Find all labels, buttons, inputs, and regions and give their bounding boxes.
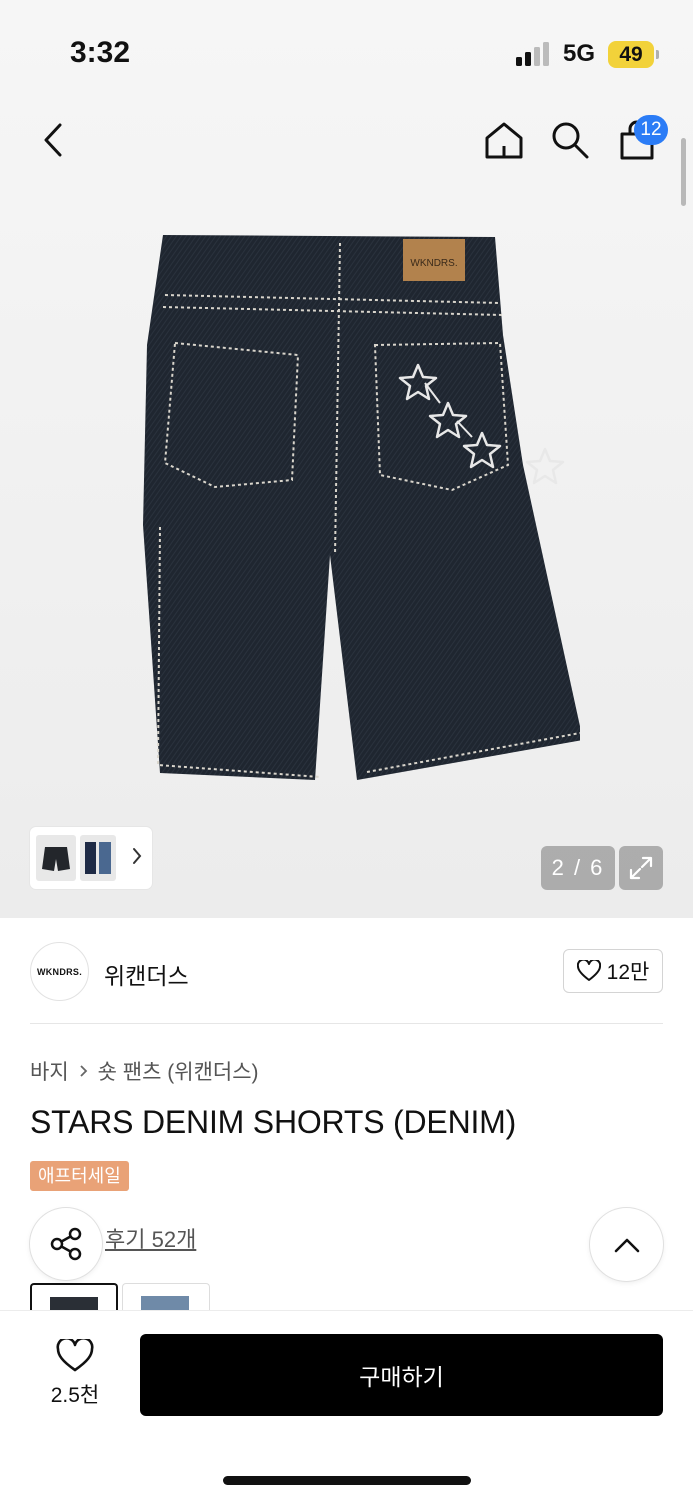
expand-image-button[interactable] — [619, 846, 663, 890]
buy-button[interactable]: 구매하기 — [140, 1334, 663, 1416]
cellular-signal-icon — [516, 42, 549, 66]
breadcrumb: 바지 숏 팬츠 (위캔더스) — [30, 1056, 259, 1086]
chevron-up-icon — [614, 1238, 639, 1252]
home-button[interactable] — [479, 115, 529, 165]
share-button[interactable] — [30, 1208, 102, 1280]
shorts-body — [143, 235, 580, 780]
star-graphic — [525, 447, 565, 485]
thumbnail-denim[interactable] — [80, 835, 116, 881]
brand-row: WKNDRS. 위캔더스 12만 — [30, 942, 663, 1002]
scroll-to-top-button[interactable] — [590, 1208, 663, 1281]
chevron-right-icon — [80, 1065, 87, 1077]
status-time: 3:32 — [70, 36, 131, 69]
home-indicator[interactable] — [223, 1476, 471, 1485]
chevron-left-icon — [44, 123, 62, 157]
variant-option-black[interactable] — [30, 1283, 118, 1313]
wishlist-count: 2.5천 — [50, 1384, 100, 1407]
top-navigation — [0, 100, 693, 180]
network-type: 5G — [563, 40, 596, 67]
scrollbar[interactable] — [681, 138, 686, 206]
product-image[interactable]: WKNDRS. — [140, 225, 580, 785]
heart-icon — [576, 960, 601, 981]
search-icon — [552, 122, 589, 159]
sale-badge: 애프터세일 — [30, 1161, 129, 1191]
brand-logo-text: WKNDRS. — [36, 966, 83, 977]
breadcrumb-subcategory[interactable]: 숏 팬츠 (위캔더스) — [98, 1056, 259, 1086]
breadcrumb-category[interactable]: 바지 — [30, 1056, 69, 1086]
brand-label-text: WKNDRS. — [410, 258, 457, 269]
home-icon — [485, 122, 523, 159]
image-counter: 2 / 6 — [541, 846, 615, 890]
color-thumbnail-strip[interactable] — [30, 827, 152, 889]
cart-count-badge[interactable]: 12 — [634, 115, 668, 145]
brand-name[interactable]: 위캔더스 — [104, 957, 189, 991]
search-button[interactable] — [545, 115, 595, 165]
reviews-link[interactable]: 후기 52개 — [105, 1222, 196, 1254]
expand-icon — [629, 856, 653, 880]
share-icon — [50, 1227, 82, 1261]
wishlist-button[interactable]: 2.5천 — [30, 1339, 120, 1409]
status-bar: 3:32 5G 49 — [0, 0, 693, 100]
thumbnail-black[interactable] — [36, 835, 76, 881]
back-button[interactable] — [28, 115, 78, 165]
brand-logo[interactable]: WKNDRS. — [30, 942, 89, 1001]
chevron-right-icon — [133, 848, 142, 864]
battery-tip — [656, 50, 659, 59]
product-title: STARS DENIM SHORTS (DENIM) — [30, 1104, 517, 1140]
bottom-action-bar: 2.5천 구매하기 — [0, 1310, 693, 1500]
heart-icon — [56, 1339, 94, 1372]
brand-like-count: 12만 — [606, 961, 650, 984]
brand-like-button[interactable]: 12만 — [563, 949, 663, 993]
variant-option-denim[interactable] — [122, 1283, 210, 1313]
divider — [30, 1023, 663, 1024]
battery-level: 49 — [608, 41, 654, 68]
